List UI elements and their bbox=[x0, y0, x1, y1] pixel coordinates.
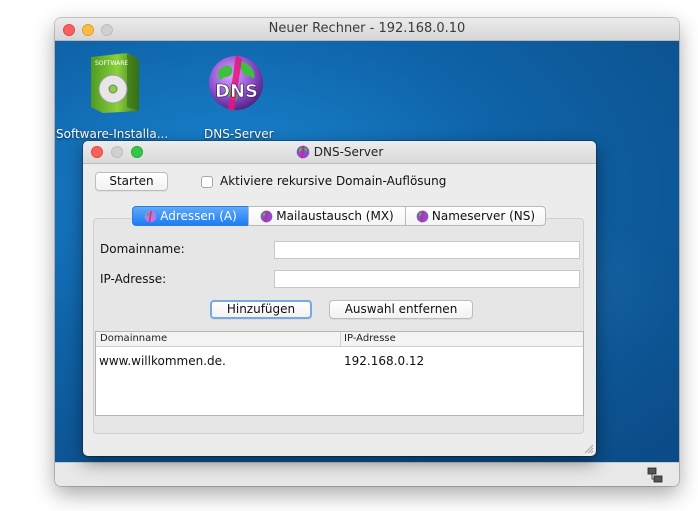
software-installer-icon: SOFTWARE bbox=[91, 53, 139, 113]
table-cell-domain: www.willkommen.de. bbox=[99, 354, 226, 368]
dns-globe-icon bbox=[296, 145, 310, 159]
recursive-resolution-label: Aktiviere rekursive Domain-Auflösung bbox=[220, 174, 447, 188]
ip-address-label: IP-Adresse: bbox=[100, 272, 167, 286]
dns-window-title: DNS-Server bbox=[83, 145, 596, 159]
tab-adressen[interactable]: Adressen (A) bbox=[132, 206, 249, 226]
network-icon[interactable] bbox=[647, 467, 663, 483]
tab-label: Adressen (A) bbox=[160, 209, 237, 223]
tab-mailaustausch[interactable]: Mailaustausch (MX) bbox=[248, 206, 406, 226]
tab-label: Mailaustausch (MX) bbox=[276, 209, 394, 223]
resize-grip-icon[interactable] bbox=[584, 444, 594, 454]
table-cell-ip: 192.168.0.12 bbox=[344, 354, 425, 368]
desktop-icon-label: Software-Installa... bbox=[56, 127, 169, 141]
outer-titlebar: Neuer Rechner - 192.168.0.10 bbox=[55, 18, 679, 41]
table-header: Domainname IP-Adresse bbox=[96, 332, 583, 347]
ip-address-input[interactable] bbox=[274, 270, 580, 288]
column-header-ip[interactable]: IP-Adresse bbox=[344, 332, 396, 346]
remove-selection-button[interactable]: Auswahl entfernen bbox=[329, 300, 473, 319]
svg-text:SOFTWARE: SOFTWARE bbox=[95, 60, 128, 67]
dns-records-table: Domainname IP-Adresse www.willkommen.de.… bbox=[95, 331, 584, 416]
recursive-resolution-checkbox[interactable] bbox=[201, 176, 213, 188]
dns-window-title-text: DNS-Server bbox=[313, 145, 384, 159]
start-button[interactable]: Starten bbox=[95, 172, 168, 191]
dns-globe-icon bbox=[416, 210, 429, 223]
dns-globe-icon bbox=[260, 210, 273, 223]
outer-window-title: Neuer Rechner - 192.168.0.10 bbox=[268, 21, 466, 36]
domain-name-label: Domainname: bbox=[100, 242, 185, 256]
desktop-icon-dns[interactable]: DNS DNS-Server bbox=[203, 51, 274, 151]
dns-globe-icon bbox=[144, 210, 157, 223]
domain-name-input[interactable] bbox=[274, 241, 580, 259]
svg-text:DNS: DNS bbox=[215, 81, 258, 102]
desktop-icon-label: DNS-Server bbox=[204, 127, 274, 141]
dns-titlebar: DNS-Server bbox=[83, 141, 596, 164]
add-button[interactable]: Hinzufügen bbox=[210, 300, 312, 319]
dns-globe-icon: DNS bbox=[209, 55, 263, 111]
column-header-domain[interactable]: Domainname bbox=[100, 332, 167, 346]
dns-server-window: DNS-Server Starten Aktiviere rekursive D… bbox=[83, 141, 596, 456]
status-bar bbox=[55, 462, 679, 486]
column-separator[interactable] bbox=[340, 332, 341, 346]
desktop-icon-software[interactable]: SOFTWARE Software-Installa... bbox=[56, 51, 168, 151]
tab-nameserver[interactable]: Nameserver (NS) bbox=[405, 206, 546, 226]
tab-label: Nameserver (NS) bbox=[431, 209, 536, 223]
